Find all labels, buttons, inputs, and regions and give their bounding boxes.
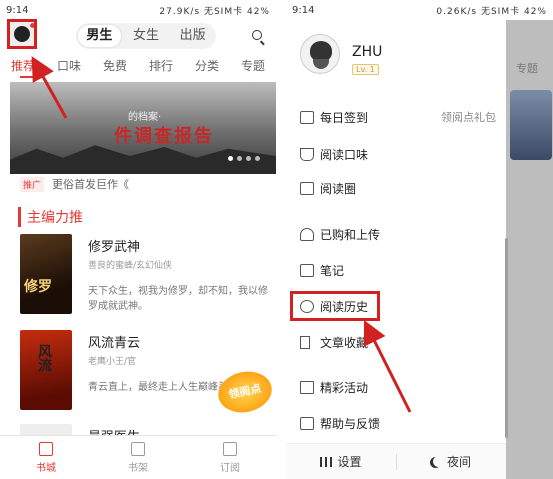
highlight-frame-history: [290, 291, 380, 321]
status-time: 9:14: [292, 4, 315, 16]
gift-icon: [300, 380, 314, 394]
gender-segment: 男生 女生 出版: [76, 23, 216, 49]
promo-row[interactable]: 推广 更俗首发巨作《: [20, 176, 129, 192]
highlight-frame-avatar: [7, 19, 37, 49]
banner-subtitle: 的档案·: [128, 112, 162, 123]
background-peek[interactable]: 专题: [506, 20, 553, 479]
avatar[interactable]: [300, 34, 340, 74]
tab-topic[interactable]: 专题: [241, 57, 265, 74]
cloud-icon: [300, 227, 314, 241]
book-desc: 天下众生，视我为修罗，却不知，我以修罗成就武神。: [88, 286, 268, 312]
menu-article-favorites[interactable]: 文章收藏: [286, 327, 506, 357]
level-badge: Lv. 1: [352, 64, 379, 75]
tab-recommend[interactable]: 推荐: [11, 57, 35, 74]
carousel-dots: [228, 156, 260, 161]
search-icon[interactable]: [252, 30, 262, 40]
cup-icon: [300, 147, 314, 161]
tab-taste[interactable]: 口味: [57, 57, 81, 74]
reward-badge[interactable]: 领阅点: [214, 366, 276, 418]
tab-category[interactable]: 分类: [195, 57, 219, 74]
tab-free[interactable]: 免费: [103, 57, 127, 74]
tab-publish[interactable]: 出版: [171, 25, 214, 47]
peek-cover: [510, 90, 552, 160]
drawer-screen: 9:14 0.26K/s 无SIM卡 42% 专题 ZHU Lv. 1 每日签到…: [286, 0, 553, 479]
bookstore-screen: 9:14 27.9K/s 无SIM卡 42% 男生 女生 出版 推荐 口味 免费…: [0, 0, 276, 479]
banner-carousel[interactable]: 的档案· 件调查报告: [10, 82, 276, 174]
menu-daily-checkin[interactable]: 每日签到 领阅点礼包: [286, 102, 506, 132]
drawer-footer: 设置 夜间: [286, 443, 506, 479]
book-cover: [20, 330, 72, 410]
bookmark-icon: [300, 335, 310, 349]
settings-icon: [320, 456, 333, 467]
moon-icon: [433, 456, 444, 467]
menu-reading-taste[interactable]: 阅读口味: [286, 139, 506, 169]
nav-bookshelf[interactable]: 书架: [92, 436, 184, 479]
peek-tab-topic: 专题: [516, 62, 538, 75]
book-title: 风流青云: [88, 336, 141, 351]
book-cover: [20, 234, 72, 314]
status-time: 9:14: [6, 4, 29, 16]
promo-text: 更俗首发巨作《: [52, 178, 130, 191]
bottom-nav: 书城 书架 订阅: [0, 435, 276, 479]
nav-subscribe[interactable]: 订阅: [184, 436, 276, 479]
status-icons: 0.26K/s 无SIM卡 42%: [436, 6, 547, 17]
nav-bookstore[interactable]: 书城: [0, 436, 92, 479]
banner-title: 件调查报告: [114, 126, 214, 147]
book-title: 修罗武神: [88, 240, 141, 255]
tab-underline: [20, 76, 38, 78]
tab-male[interactable]: 男生: [78, 25, 121, 47]
tab-ranking[interactable]: 排行: [149, 57, 173, 74]
menu-reading-circle[interactable]: 阅读圈: [286, 173, 506, 203]
note-icon: [300, 263, 314, 277]
night-mode-button[interactable]: 夜间: [396, 444, 506, 479]
bookshelf-icon: [131, 442, 145, 456]
menu-events[interactable]: 精彩活动: [286, 372, 506, 402]
status-bar: 9:14 27.9K/s 无SIM卡 42%: [0, 0, 276, 20]
menu-purchased[interactable]: 已购和上传: [286, 219, 506, 249]
chat-icon: [300, 181, 314, 195]
bookstore-icon: [39, 442, 53, 456]
user-name: ZHU: [352, 44, 383, 60]
tab-female[interactable]: 女生: [125, 25, 168, 47]
book-author: 老鹰小王/官: [88, 357, 137, 367]
book-author: 善良的蜜蜂/玄幻仙侠: [88, 261, 173, 271]
help-icon: [300, 416, 314, 430]
side-drawer: ZHU Lv. 1 每日签到 领阅点礼包 阅读口味 阅读圈 已购和上传 笔记 阅…: [286, 20, 508, 479]
menu-help[interactable]: 帮助与反馈: [286, 408, 506, 438]
status-icons: 27.9K/s 无SIM卡 42%: [159, 6, 270, 17]
status-bar: 9:14 0.26K/s 无SIM卡 42%: [286, 0, 553, 20]
scrollbar[interactable]: [505, 238, 508, 438]
settings-button[interactable]: 设置: [286, 444, 396, 479]
promo-badge: 推广: [20, 176, 45, 192]
calendar-icon: [300, 110, 314, 124]
category-tabs: 推荐 口味 免费 排行 分类 专题: [0, 57, 276, 74]
bookmark-icon: [223, 442, 237, 456]
menu-notes[interactable]: 笔记: [286, 255, 506, 285]
section-title: 主编力推: [18, 207, 83, 227]
